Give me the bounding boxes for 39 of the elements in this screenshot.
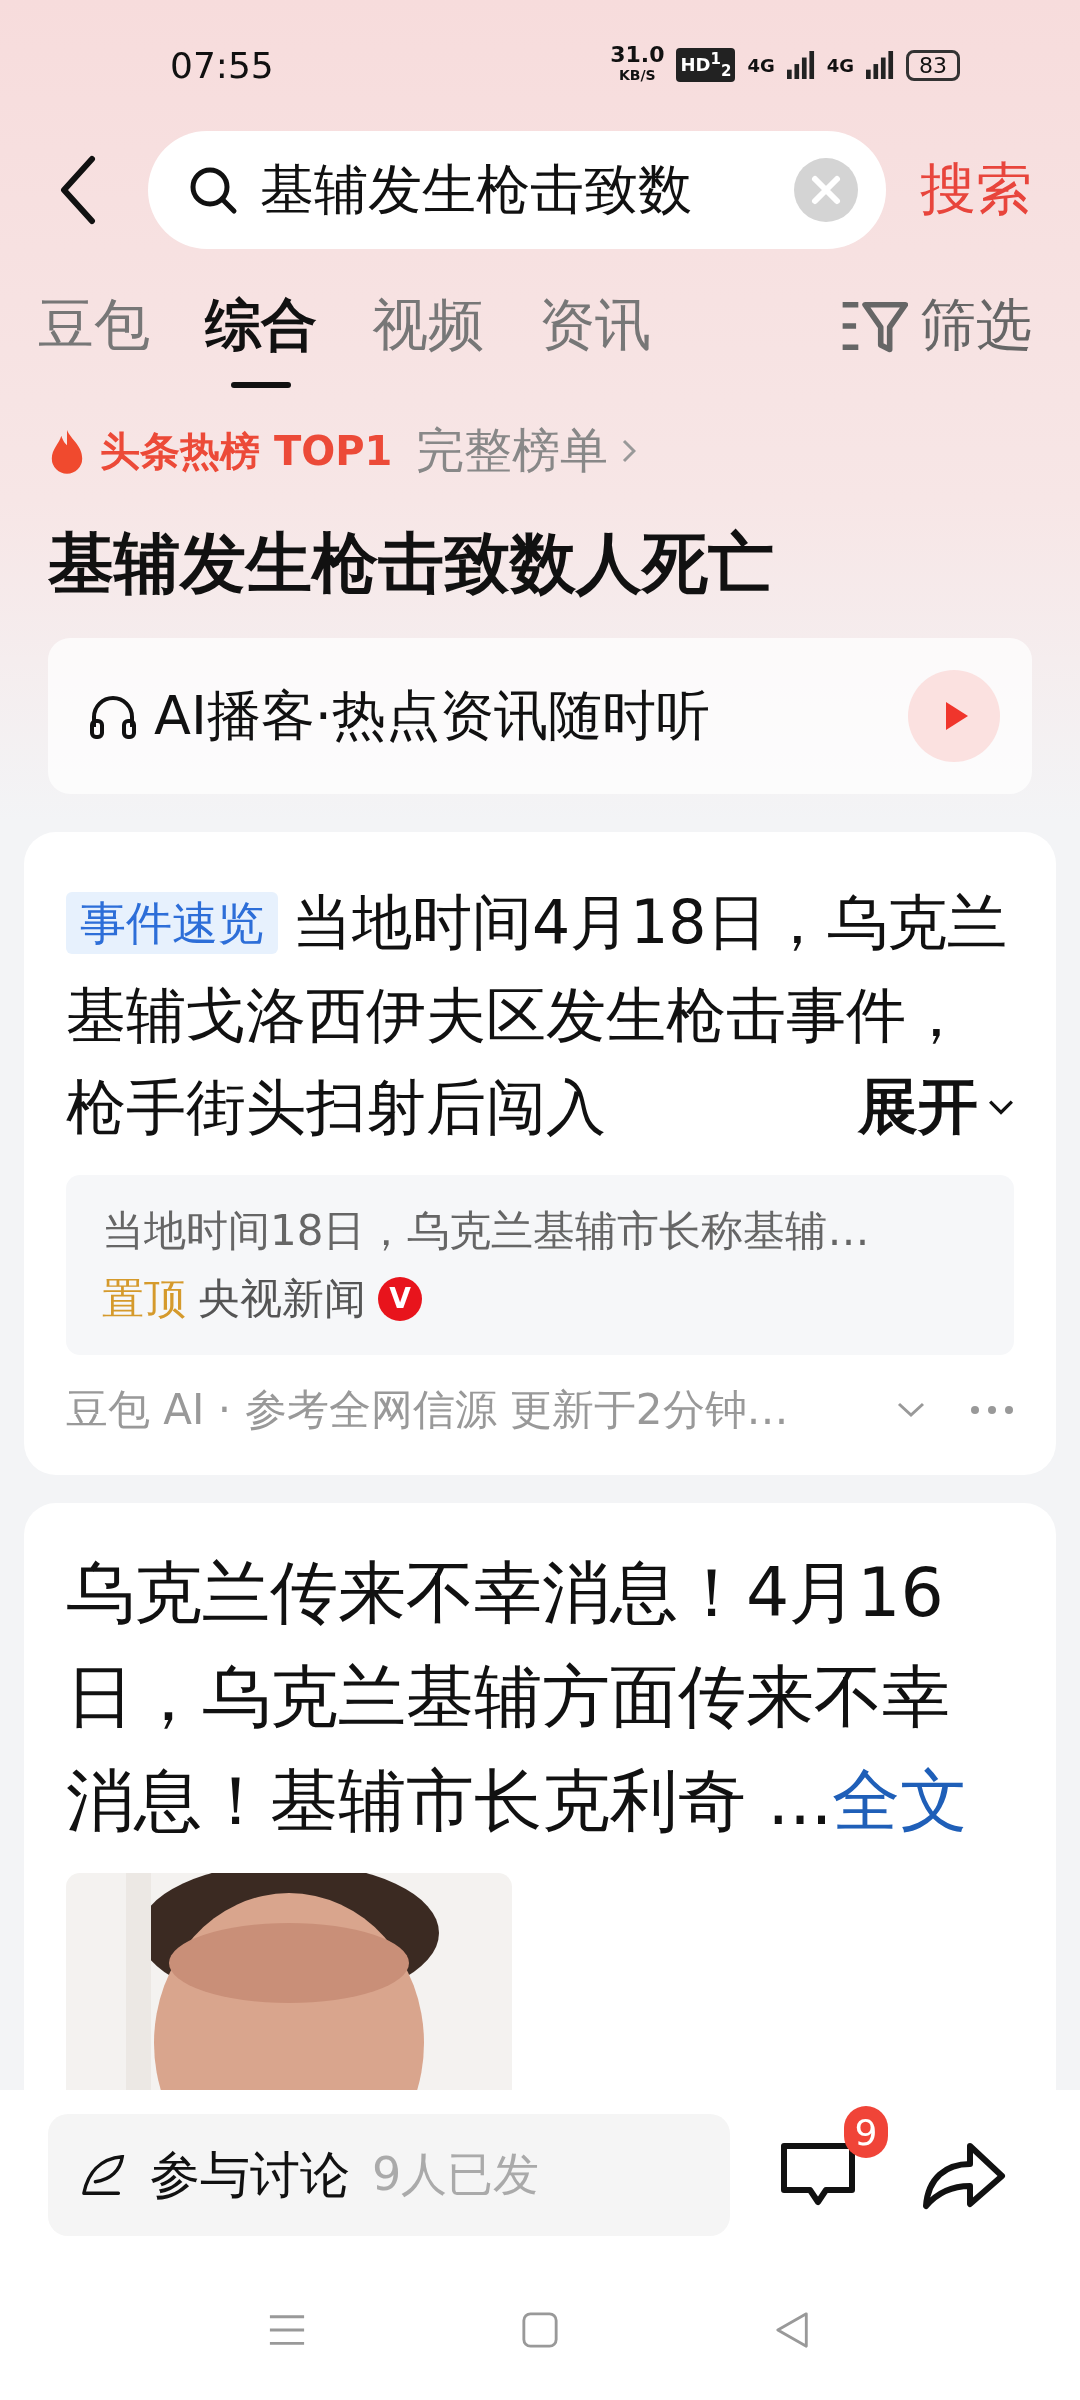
more-icon[interactable] [970, 1405, 1014, 1415]
battery-level: 83 [906, 49, 960, 81]
pinned-label: 置顶 [102, 1273, 186, 1325]
search-icon [188, 165, 238, 215]
search-field[interactable]: 基辅发生枪击致数 [148, 131, 886, 249]
chevron-right-icon [622, 439, 637, 463]
podcast-label: AI播客·热点资讯随时听 [154, 682, 712, 749]
network-speed: 31.0 KB/S [610, 45, 665, 85]
source-name: 央视新闻 [198, 1273, 366, 1325]
chevron-down-icon [988, 1099, 1014, 1115]
search-query: 基辅发生枪击致数 [260, 156, 693, 223]
chevron-down-icon[interactable] [896, 1401, 926, 1419]
verified-badge: V [378, 1277, 422, 1321]
full-text-link[interactable]: 全文 [832, 1761, 969, 1840]
tab[interactable]: 资讯 [539, 288, 651, 388]
clear-icon[interactable] [794, 158, 858, 222]
source-note: 豆包 AI · 参考全网信源 更新于2分钟… [66, 1384, 790, 1436]
topic-title: 基辅发生枪击致数人死亡 [48, 524, 775, 604]
status-time: 07:55 [169, 44, 274, 86]
comment-count-badge: 9 [844, 2106, 888, 2158]
article-card[interactable]: 乌克兰传来不幸消息！4月16日，乌克兰基辅方面传来不幸消息！基辅市长克利奇 ...全文 [24, 1503, 1056, 2090]
comment-field[interactable]: 参与讨论 9人已发 [48, 2114, 730, 2236]
podcast-bar[interactable]: AI播客·热点资讯随时听 [48, 638, 1032, 794]
tab[interactable]: 豆包 [38, 288, 150, 388]
quote-box[interactable]: 当地时间18日，乌克兰基辅市长称基辅… 置顶 央视新闻 V [66, 1175, 1014, 1355]
network-label: 4G [747, 54, 775, 76]
home-icon[interactable] [521, 2311, 559, 2349]
hot-rank-label: 头条热榜 TOP1 [100, 426, 393, 476]
network-label: 4G [826, 54, 854, 76]
article-text: 乌克兰传来不幸消息！4月16日，乌克兰基辅方面传来不幸消息！基辅市长克利奇 ...全文 [66, 1552, 970, 1842]
signal-icon [866, 50, 894, 80]
back-icon[interactable] [58, 155, 98, 225]
filter-button[interactable]: 筛选 [840, 288, 1032, 364]
play-button[interactable] [908, 670, 1000, 762]
tab[interactable]: 视频 [372, 288, 484, 388]
quote-text: 当地时间18日，乌克兰基辅市长称基辅… [102, 1205, 871, 1257]
signal-icon [786, 50, 815, 80]
tab[interactable]: 综合 [205, 288, 317, 388]
comment-icon[interactable] [778, 2142, 858, 2208]
